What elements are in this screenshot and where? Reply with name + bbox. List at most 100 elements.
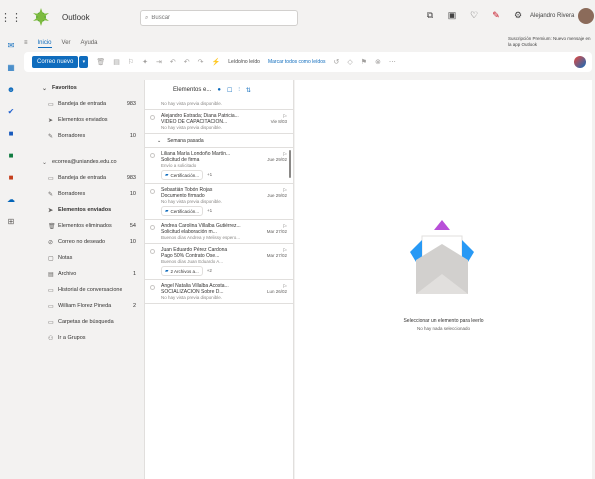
folder-item[interactable]: ⊘ Correo no deseado 10 (40, 234, 144, 250)
move-icon[interactable]: ⇥ (156, 58, 162, 66)
favorites-header[interactable]: ⌄ Favoritos (40, 80, 144, 96)
select-checkbox[interactable] (150, 115, 155, 120)
copilot-icon[interactable] (574, 56, 586, 68)
folder-item[interactable]: ▭ Bandeja de entrada 983 (40, 96, 144, 112)
folder-item[interactable]: ▭ William Florez Pineda 2 (40, 298, 144, 314)
more-icon[interactable]: ⋯ (389, 58, 396, 66)
word-icon[interactable]: ■ (0, 122, 22, 144)
folder-item[interactable]: ⚇ Ir a Grupos (40, 330, 144, 346)
user-name[interactable]: Alejandro Rivera (530, 13, 574, 19)
tab-inicio[interactable]: Inicio (37, 39, 52, 48)
select-icon[interactable]: ☐ (227, 87, 232, 94)
calendar-app-icon[interactable]: ▦ (0, 56, 22, 78)
folder-item[interactable]: ➤ Elementos enviados (40, 202, 144, 218)
meet-now-icon[interactable]: ⧉ (424, 10, 436, 21)
premium-notice[interactable]: Suscripción Premium: Nuevo mensaje en la… (508, 36, 592, 48)
folder-item[interactable]: ▭ Historial de conversaciones (40, 282, 144, 298)
attachment-chip[interactable]: ▰ Certificación... (161, 170, 203, 180)
reply-icon[interactable]: ↶ (170, 58, 176, 66)
list-item[interactable]: ⚐ Ángel Natalia Villalba Acosta... SOCIALI… (145, 280, 293, 304)
attachment-chip[interactable]: ▰ 2 Archivos a... (161, 266, 203, 276)
list-item[interactable]: ⚐ Andrea Carolina Villalba Gutiérrez... So… (145, 220, 293, 244)
list-header: Elementos e... ● ☐ ⫶ ⇅ (145, 80, 293, 100)
notifications-icon[interactable]: ✎ (490, 10, 502, 21)
mark-all-read-button[interactable]: Marcar todos como leídos (268, 59, 326, 65)
message-preview: No hay vista previa disponible. (161, 295, 223, 300)
pin-icon[interactable]: ● (217, 87, 221, 93)
flag-icon[interactable]: ⚐ (283, 284, 287, 290)
reply-all-icon[interactable]: ↶ (184, 58, 190, 66)
quick-steps-icon[interactable]: ⚡ (212, 58, 221, 66)
flag-icon[interactable]: ⚐ (283, 188, 287, 194)
sweep-icon[interactable]: ✦ (142, 58, 148, 66)
people-icon[interactable]: ☻ (0, 78, 22, 100)
folder-label: Borradores (58, 133, 86, 139)
tab-ver[interactable]: Ver (62, 39, 71, 47)
chevron-down-icon: ⌄ (42, 159, 48, 166)
flag-icon[interactable]: ⚑ (361, 58, 367, 66)
report-icon[interactable]: ⚐ (128, 58, 134, 66)
more-apps-icon[interactable]: ⊞ (0, 210, 22, 232)
folder-item[interactable]: ▢ Notas (40, 250, 144, 266)
archive-icon[interactable]: ▤ (113, 58, 120, 66)
tag-icon[interactable]: ◇ (347, 58, 352, 66)
folder-item[interactable]: ✎ Borradores 10 (40, 128, 144, 144)
mail-icon[interactable]: ✉ (0, 34, 22, 56)
list-item[interactable]: ⚐ Liliana María Londoño Martín... Solicitu… (145, 148, 293, 184)
search-input[interactable] (151, 15, 282, 21)
menu-icon[interactable]: ≡ (24, 39, 28, 47)
list-scrollbar[interactable] (289, 150, 291, 178)
pin-icon[interactable]: ⊗ (375, 58, 381, 66)
folder-item[interactable]: ▭ Carpetas de búsqueda (40, 314, 144, 330)
undo-icon[interactable]: ↺ (333, 58, 339, 66)
list-item[interactable]: ⚐ Juan Eduardo Pérez Cardona Pago 50% Cont… (145, 244, 293, 280)
flag-icon[interactable]: ⚐ (283, 114, 287, 120)
folder-label: Borradores (58, 191, 86, 197)
select-checkbox[interactable] (150, 249, 155, 254)
list-item[interactable]: ⚐ Alejandro Estrada; Diana Patricia... VID… (145, 110, 293, 134)
filter-icon[interactable]: ⫶ (238, 87, 240, 94)
list-item[interactable]: No hay vista previa disponible. (145, 100, 293, 110)
select-checkbox[interactable] (150, 189, 155, 194)
tips-icon[interactable]: ♡ (468, 10, 480, 21)
folder-item[interactable]: ➤ Elementos enviados (40, 112, 144, 128)
list-item[interactable]: ⚐ Sebastián Tobón Rojas Documento firmado J… (145, 184, 293, 220)
attachment-chip[interactable]: ▰ Certificación... (161, 206, 203, 216)
flag-icon[interactable]: ⚐ (283, 224, 287, 230)
message-preview: Buenos días Andrea y Melissy espero... (161, 235, 241, 240)
folder-item[interactable]: ✎ Borradores 10 (40, 186, 144, 202)
delete-icon[interactable]: 🗑 (96, 58, 105, 66)
new-mail-button[interactable]: Correo nuevo (32, 56, 79, 68)
forward-icon[interactable]: ↷ (198, 58, 204, 66)
excel-icon[interactable]: ■ (0, 144, 22, 166)
folder-item[interactable]: ▤ Archivo 1 (40, 266, 144, 282)
select-checkbox[interactable] (150, 225, 155, 230)
chevron-down-icon[interactable]: ▾ (79, 56, 89, 68)
todo-icon[interactable]: ✔ (0, 100, 22, 122)
tab-ayuda[interactable]: Ayuda (81, 39, 98, 47)
select-checkbox[interactable] (150, 153, 155, 158)
avatar[interactable] (578, 8, 594, 24)
more-attachments[interactable]: +1 (207, 172, 212, 177)
draft-icon: ✎ (48, 133, 54, 140)
more-attachments[interactable]: +1 (207, 208, 212, 213)
folder-label: Elementos eliminados (58, 223, 112, 229)
account-header[interactable]: ⌄ ecorrea@uniandes.edu.co (40, 154, 144, 170)
select-checkbox[interactable] (150, 285, 155, 290)
app-launcher-icon[interactable]: ⋮⋮ (0, 11, 22, 24)
search-box[interactable]: ⌕ (140, 10, 298, 26)
calendar-icon[interactable]: ▣ (446, 10, 458, 21)
powerpoint-icon[interactable]: ■ (0, 166, 22, 188)
folder-item[interactable]: 🗑 Elementos eliminados 54 (40, 218, 144, 234)
inbox-icon: ▭ (48, 101, 54, 108)
flag-icon[interactable]: ⚐ (283, 248, 287, 254)
settings-icon[interactable]: ⚙ (512, 10, 524, 21)
more-attachments[interactable]: +2 (207, 268, 212, 273)
read-unread-button[interactable]: Leído/no leído (228, 59, 260, 65)
flag-icon[interactable]: ⚐ (283, 152, 287, 158)
onedrive-icon[interactable]: ☁ (0, 188, 22, 210)
reading-pane: Seleccionar un elemento para leerlo No h… (295, 80, 592, 479)
folder-item[interactable]: ▭ Bandeja de entrada 983 (40, 170, 144, 186)
sort-icon[interactable]: ⇅ (246, 87, 251, 94)
group-header[interactable]: ⌄ Semana pasada (145, 134, 293, 148)
